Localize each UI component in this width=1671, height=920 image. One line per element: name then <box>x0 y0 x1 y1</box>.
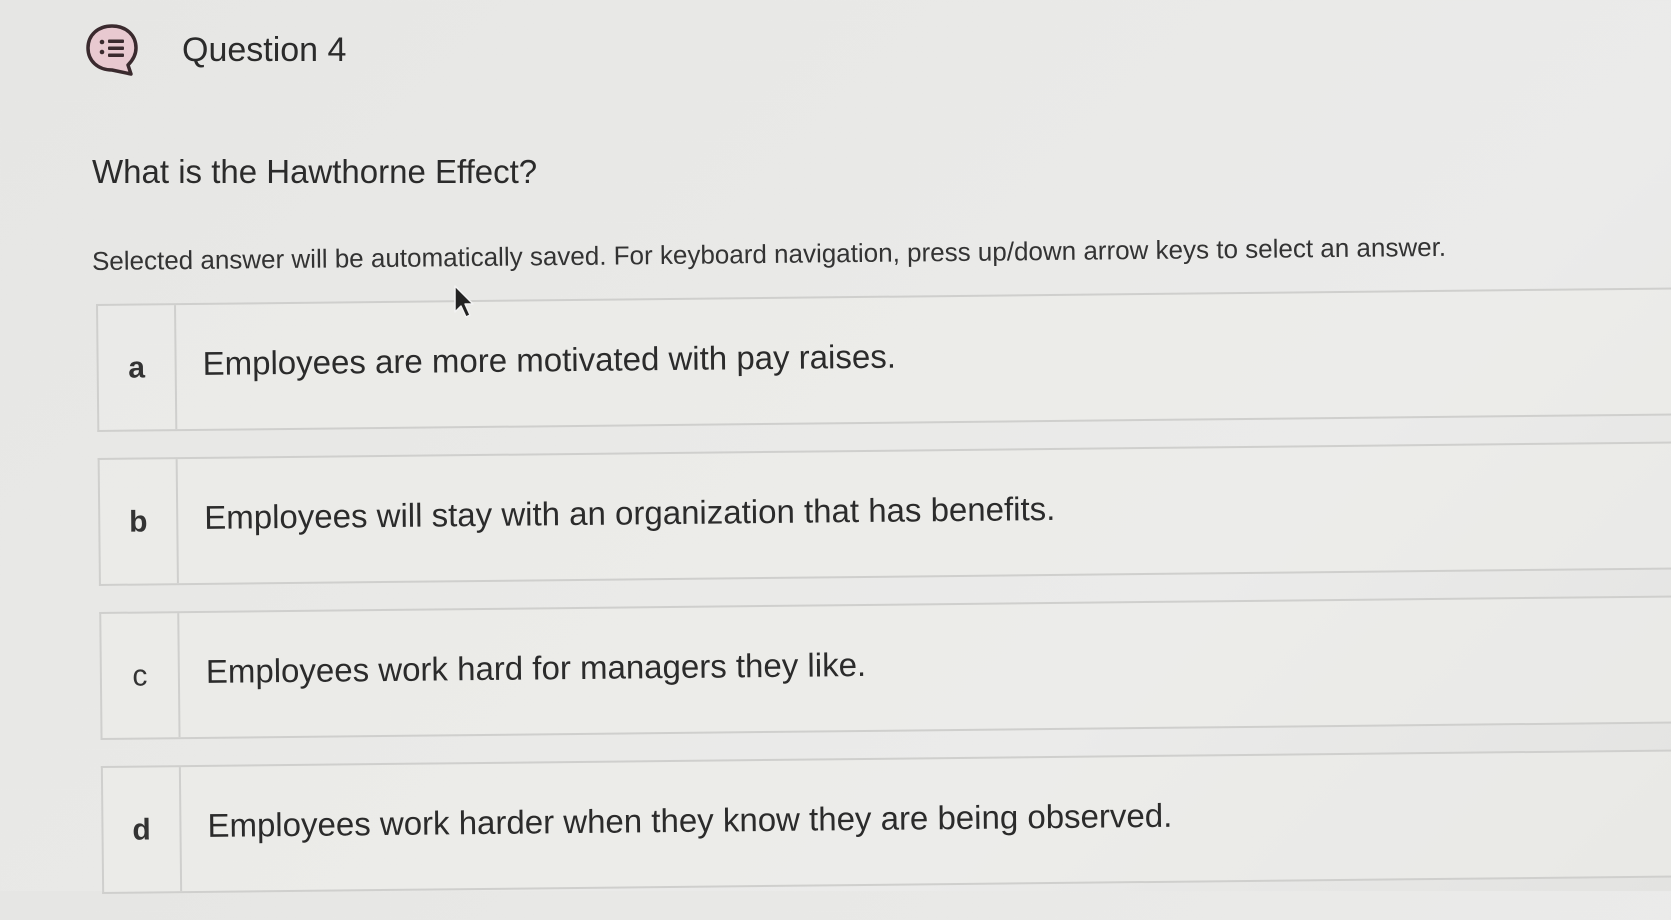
mouse-pointer-icon <box>454 285 474 318</box>
option-letter: c <box>101 613 181 738</box>
answer-option-a[interactable]: a Employees are more motivated with pay … <box>96 287 1671 432</box>
option-text: Employees are more motivated with pay ra… <box>202 337 897 382</box>
answer-option-b[interactable]: b Employees will stay with an organizati… <box>97 441 1671 586</box>
answer-option-c[interactable]: c Employees work hard for managers they … <box>99 595 1671 740</box>
answer-option-d[interactable]: d Employees work harder when they know t… <box>100 749 1671 894</box>
quiz-page: Question 4 What is the Hawthorne Effect?… <box>0 0 1671 894</box>
question-prompt: What is the Hawthorne Effect? <box>92 153 538 190</box>
option-text: Employees work hard for managers they li… <box>205 645 867 690</box>
option-text: Employees will stay with an organization… <box>204 489 1056 536</box>
question-list-icon[interactable] <box>84 22 140 78</box>
question-header: Question 4 <box>84 22 346 78</box>
question-title: Question 4 <box>182 30 347 69</box>
option-text: Employees work harder when they know the… <box>207 796 1173 844</box>
option-letter: d <box>102 767 183 892</box>
answer-options: a Employees are more motivated with pay … <box>96 287 1671 920</box>
instructions-text: Selected answer will be automatically sa… <box>91 231 1447 276</box>
option-letter: a <box>98 305 178 430</box>
option-letter: b <box>99 459 179 584</box>
